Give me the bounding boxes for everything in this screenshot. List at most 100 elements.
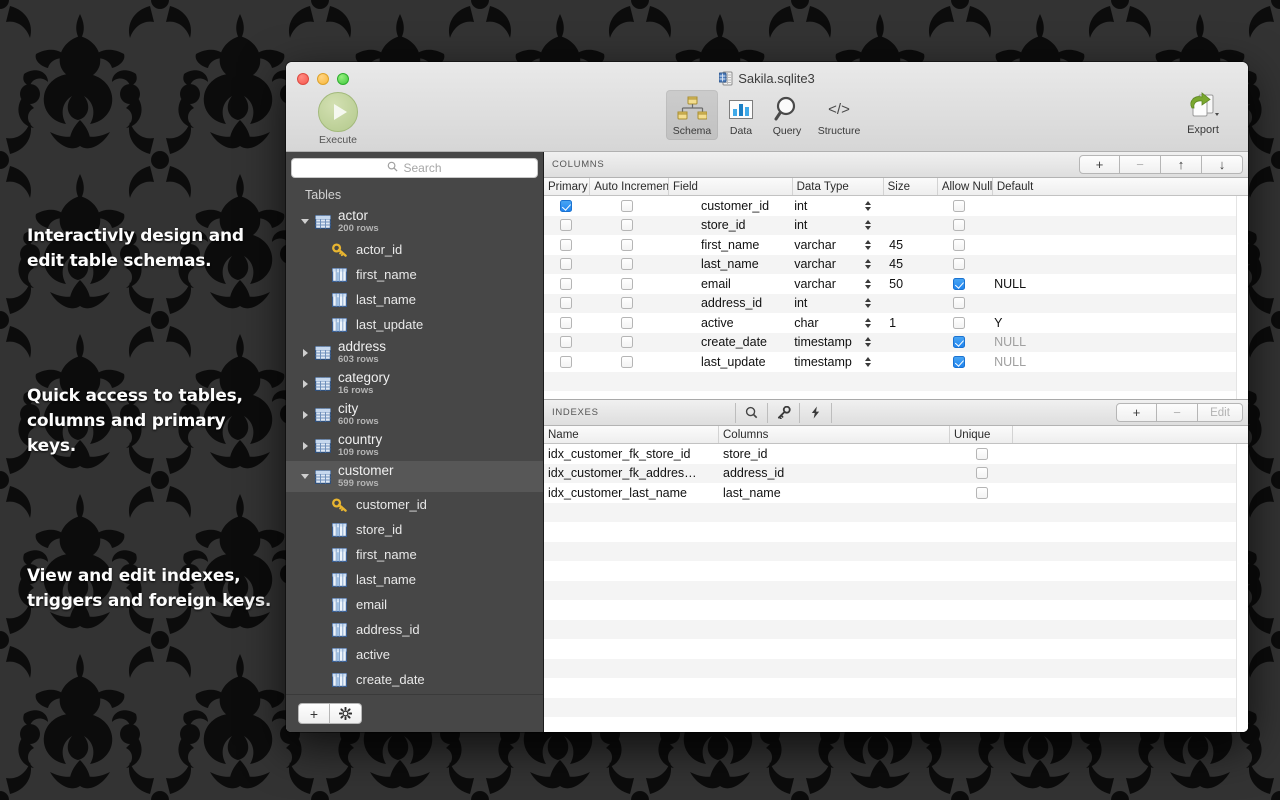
add-column-button[interactable]: + [1079, 155, 1120, 174]
auto-increment-checkbox[interactable] [621, 297, 633, 309]
column-node-first_name[interactable]: first_name [286, 542, 543, 567]
unique-checkbox[interactable] [976, 487, 988, 499]
data-type-stepper[interactable] [857, 318, 879, 328]
primary-checkbox[interactable] [560, 200, 572, 212]
chevron-right-icon[interactable] [298, 411, 312, 419]
allow-null-checkbox[interactable] [953, 219, 965, 231]
allow-null-checkbox[interactable] [953, 200, 965, 212]
table-node-address[interactable]: address603 rows [286, 337, 543, 368]
column-node-last_update[interactable]: last_update [286, 312, 543, 337]
column-node-customer_id[interactable]: customer_id [286, 492, 543, 517]
tab-structure[interactable]: </> Structure [810, 90, 868, 140]
column-node-first_name[interactable]: first_name [286, 262, 543, 287]
add-table-button[interactable]: + [298, 703, 330, 724]
foreign-keys-tool[interactable] [768, 403, 800, 423]
column-node-address_id[interactable]: address_id [286, 617, 543, 642]
primary-checkbox[interactable] [560, 317, 572, 329]
columns-table-row[interactable]: address_idint [544, 294, 1236, 314]
triggers-tool[interactable] [800, 403, 832, 423]
column-node-actor_id[interactable]: actor_id [286, 237, 543, 262]
columns-col-header-size[interactable]: Size [884, 178, 938, 195]
columns-table-row[interactable]: create_datetimestampNULL [544, 333, 1236, 353]
columns-table-row[interactable]: activechar1Y [544, 313, 1236, 333]
data-type-stepper[interactable] [857, 279, 879, 289]
primary-checkbox[interactable] [560, 336, 572, 348]
indexes-tool[interactable] [736, 403, 768, 423]
column-node-store_id[interactable]: store_id [286, 517, 543, 542]
tab-schema[interactable]: Schema [666, 90, 718, 140]
export-button[interactable]: Export [1170, 88, 1236, 136]
tab-data[interactable]: Data [718, 90, 764, 140]
primary-checkbox[interactable] [560, 297, 572, 309]
execute-button[interactable]: Execute [303, 92, 373, 146]
indexes-col-header-columns[interactable]: Columns [719, 426, 950, 443]
unique-checkbox[interactable] [976, 448, 988, 460]
indexes-scrollbar[interactable] [1236, 444, 1248, 732]
column-node-email[interactable]: email [286, 592, 543, 617]
move-column-down-button[interactable]: ↓ [1202, 155, 1243, 174]
auto-increment-checkbox[interactable] [621, 219, 633, 231]
data-type-stepper[interactable] [857, 337, 879, 347]
auto-increment-checkbox[interactable] [621, 317, 633, 329]
remove-index-button[interactable]: − [1157, 403, 1198, 422]
columns-table-row[interactable]: store_idint [544, 216, 1236, 236]
auto-increment-checkbox[interactable] [621, 200, 633, 212]
auto-increment-checkbox[interactable] [621, 258, 633, 270]
indexes-col-header-name[interactable]: Name [544, 426, 719, 443]
tab-query[interactable]: Query [764, 90, 810, 140]
allow-null-checkbox[interactable] [953, 297, 965, 309]
data-type-stepper[interactable] [857, 259, 879, 269]
allow-null-checkbox[interactable] [953, 336, 965, 348]
allow-null-checkbox[interactable] [953, 239, 965, 251]
data-type-stepper[interactable] [857, 201, 879, 211]
chevron-right-icon[interactable] [298, 442, 312, 450]
chevron-right-icon[interactable] [298, 380, 312, 388]
columns-col-header-data-type[interactable]: Data Type [793, 178, 884, 195]
column-node-create_date[interactable]: create_date [286, 667, 543, 692]
data-type-stepper[interactable] [857, 357, 879, 367]
columns-table-row[interactable]: customer_idint [544, 196, 1236, 216]
chevron-down-icon[interactable] [298, 474, 312, 479]
indexes-table-row[interactable]: idx_customer_fk_addres…address_id [544, 464, 1236, 484]
data-type-stepper[interactable] [857, 220, 879, 230]
edit-index-button[interactable]: Edit [1198, 403, 1243, 422]
remove-column-button[interactable]: − [1120, 155, 1161, 174]
columns-table-row[interactable]: emailvarchar50NULL [544, 274, 1236, 294]
column-node-last_name[interactable]: last_name [286, 287, 543, 312]
columns-col-header-allow-null[interactable]: Allow Null [938, 178, 993, 195]
table-node-category[interactable]: category16 rows [286, 368, 543, 399]
add-index-button[interactable]: + [1116, 403, 1157, 422]
columns-table-row[interactable]: last_updatetimestampNULL [544, 352, 1236, 372]
column-node-active[interactable]: active [286, 642, 543, 667]
table-node-customer[interactable]: customer599 rows [286, 461, 543, 492]
columns-table-row[interactable]: first_namevarchar45 [544, 235, 1236, 255]
primary-checkbox[interactable] [560, 219, 572, 231]
primary-checkbox[interactable] [560, 356, 572, 368]
auto-increment-checkbox[interactable] [621, 239, 633, 251]
move-column-up-button[interactable]: ↑ [1161, 155, 1202, 174]
indexes-col-header-blank[interactable] [1013, 426, 1233, 443]
auto-increment-checkbox[interactable] [621, 356, 633, 368]
auto-increment-checkbox[interactable] [621, 336, 633, 348]
table-node-actor[interactable]: actor200 rows [286, 206, 543, 237]
column-node-last_name[interactable]: last_name [286, 567, 543, 592]
search-input[interactable]: Search [291, 158, 538, 178]
columns-col-header-field[interactable]: Field [669, 178, 793, 195]
primary-checkbox[interactable] [560, 278, 572, 290]
columns-col-header-primary[interactable]: Primary [544, 178, 590, 195]
primary-checkbox[interactable] [560, 239, 572, 251]
data-type-stepper[interactable] [857, 298, 879, 308]
primary-checkbox[interactable] [560, 258, 572, 270]
table-node-city[interactable]: city600 rows [286, 399, 543, 430]
data-type-stepper[interactable] [857, 240, 879, 250]
allow-null-checkbox[interactable] [953, 258, 965, 270]
allow-null-checkbox[interactable] [953, 278, 965, 290]
columns-table-row[interactable]: last_namevarchar45 [544, 255, 1236, 275]
indexes-col-header-unique[interactable]: Unique [950, 426, 1013, 443]
indexes-table-row[interactable]: idx_customer_last_namelast_name [544, 483, 1236, 503]
chevron-down-icon[interactable] [298, 219, 312, 224]
unique-checkbox[interactable] [976, 467, 988, 479]
indexes-table-row[interactable]: idx_customer_fk_store_idstore_id [544, 444, 1236, 464]
auto-increment-checkbox[interactable] [621, 278, 633, 290]
columns-col-header-default[interactable]: Default [993, 178, 1248, 195]
